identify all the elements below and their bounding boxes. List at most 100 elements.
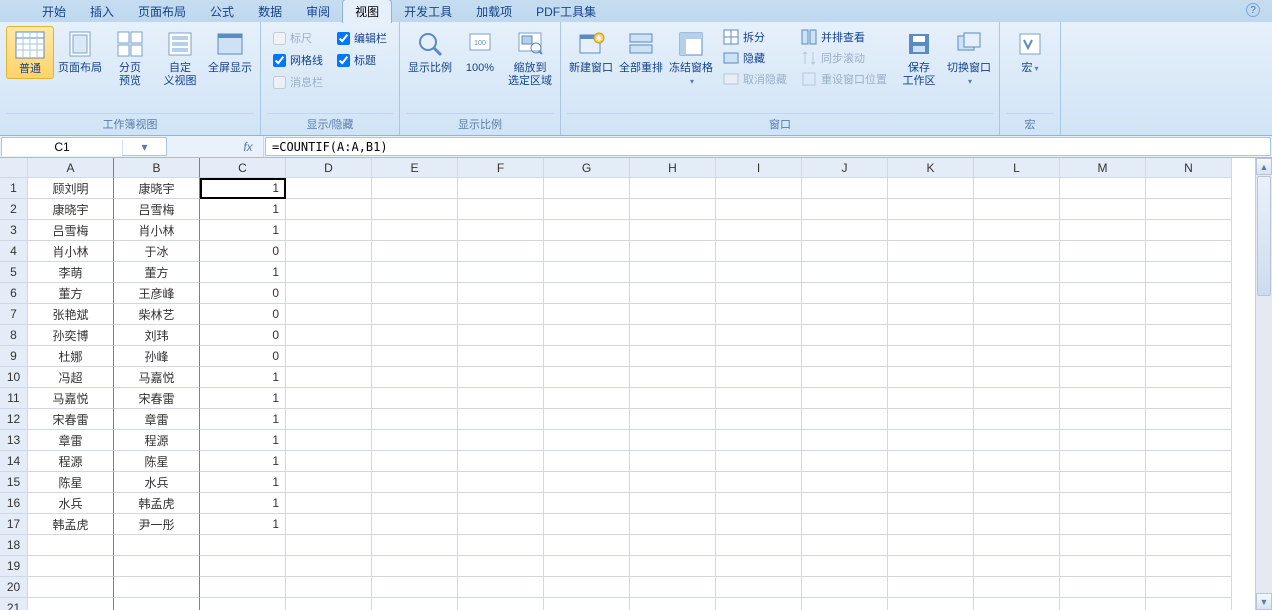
cell-C14[interactable]: 1 — [200, 451, 286, 472]
hide-button[interactable]: 隐藏 — [721, 49, 789, 67]
cell-D13[interactable] — [286, 430, 372, 451]
cell-F1[interactable] — [458, 178, 544, 199]
fx-button[interactable]: fx — [239, 139, 257, 155]
cell-L3[interactable] — [974, 220, 1060, 241]
row-header[interactable]: 4 — [0, 241, 28, 262]
cell-J11[interactable] — [802, 388, 888, 409]
cell-J13[interactable] — [802, 430, 888, 451]
col-header-D[interactable]: D — [286, 158, 372, 178]
cell-F6[interactable] — [458, 283, 544, 304]
cell-F13[interactable] — [458, 430, 544, 451]
cell-F7[interactable] — [458, 304, 544, 325]
cell-I15[interactable] — [716, 472, 802, 493]
cell-F19[interactable] — [458, 556, 544, 577]
split-button[interactable]: 拆分 — [721, 28, 789, 46]
cell-C11[interactable]: 1 — [200, 388, 286, 409]
cell-G7[interactable] — [544, 304, 630, 325]
select-all-corner[interactable] — [0, 158, 28, 178]
cell-I10[interactable] — [716, 367, 802, 388]
cell-C2[interactable]: 1 — [200, 199, 286, 220]
scroll-up-button[interactable]: ▲ — [1256, 158, 1272, 175]
cell-A7[interactable]: 张艳斌 — [28, 304, 114, 325]
new-window-button[interactable]: ✱ 新建窗口 — [567, 26, 615, 77]
cell-M9[interactable] — [1060, 346, 1146, 367]
cell-B17[interactable]: 尹一彤 — [114, 514, 200, 535]
cell-F14[interactable] — [458, 451, 544, 472]
cell-M3[interactable] — [1060, 220, 1146, 241]
cell-N18[interactable] — [1146, 535, 1232, 556]
cell-I6[interactable] — [716, 283, 802, 304]
cell-B10[interactable]: 马嘉悦 — [114, 367, 200, 388]
tab-开发工具[interactable]: 开发工具 — [392, 0, 464, 23]
cell-G21[interactable] — [544, 598, 630, 610]
cell-E1[interactable] — [372, 178, 458, 199]
cell-H8[interactable] — [630, 325, 716, 346]
row-header[interactable]: 15 — [0, 472, 28, 493]
cell-H10[interactable] — [630, 367, 716, 388]
cell-A14[interactable]: 程源 — [28, 451, 114, 472]
cell-I19[interactable] — [716, 556, 802, 577]
cell-H21[interactable] — [630, 598, 716, 610]
cell-C9[interactable]: 0 — [200, 346, 286, 367]
cell-D1[interactable] — [286, 178, 372, 199]
cell-H14[interactable] — [630, 451, 716, 472]
vertical-scrollbar[interactable]: ▲ ▼ — [1255, 158, 1272, 610]
cell-C21[interactable] — [200, 598, 286, 610]
cell-N6[interactable] — [1146, 283, 1232, 304]
cell-I20[interactable] — [716, 577, 802, 598]
zoom-selection-button[interactable]: 缩放到 选定区域 — [506, 26, 554, 90]
cell-L5[interactable] — [974, 262, 1060, 283]
cell-G9[interactable] — [544, 346, 630, 367]
cell-F17[interactable] — [458, 514, 544, 535]
cell-J2[interactable] — [802, 199, 888, 220]
cell-I3[interactable] — [716, 220, 802, 241]
cell-I11[interactable] — [716, 388, 802, 409]
cell-B1[interactable]: 康晓宇 — [114, 178, 200, 199]
cell-I14[interactable] — [716, 451, 802, 472]
cell-B11[interactable]: 宋春雷 — [114, 388, 200, 409]
cell-M13[interactable] — [1060, 430, 1146, 451]
cell-A3[interactable]: 吕雪梅 — [28, 220, 114, 241]
cell-H7[interactable] — [630, 304, 716, 325]
cell-B6[interactable]: 王彦峰 — [114, 283, 200, 304]
row-header[interactable]: 10 — [0, 367, 28, 388]
chk-gridlines[interactable]: 网格线 — [273, 52, 323, 68]
cell-I9[interactable] — [716, 346, 802, 367]
cell-A8[interactable]: 孙奕博 — [28, 325, 114, 346]
cell-L8[interactable] — [974, 325, 1060, 346]
cell-B14[interactable]: 陈星 — [114, 451, 200, 472]
cell-J16[interactable] — [802, 493, 888, 514]
cell-F9[interactable] — [458, 346, 544, 367]
cell-I8[interactable] — [716, 325, 802, 346]
cell-E19[interactable] — [372, 556, 458, 577]
tab-加载项[interactable]: 加载项 — [464, 0, 524, 23]
name-box-input[interactable] — [2, 138, 122, 156]
cell-H20[interactable] — [630, 577, 716, 598]
cell-J21[interactable] — [802, 598, 888, 610]
cell-J6[interactable] — [802, 283, 888, 304]
cell-N19[interactable] — [1146, 556, 1232, 577]
scroll-thumb[interactable] — [1257, 176, 1271, 296]
cell-G1[interactable] — [544, 178, 630, 199]
row-header[interactable]: 18 — [0, 535, 28, 556]
cell-L9[interactable] — [974, 346, 1060, 367]
formula-input[interactable] — [266, 138, 1270, 155]
cell-K11[interactable] — [888, 388, 974, 409]
zoom-button[interactable]: 显示比例 — [406, 26, 454, 77]
cell-B13[interactable]: 程源 — [114, 430, 200, 451]
cell-D17[interactable] — [286, 514, 372, 535]
cell-J14[interactable] — [802, 451, 888, 472]
name-box-dropdown[interactable]: ▾ — [122, 140, 166, 154]
cell-E13[interactable] — [372, 430, 458, 451]
cell-K7[interactable] — [888, 304, 974, 325]
cell-B4[interactable]: 于冰 — [114, 241, 200, 262]
cell-F11[interactable] — [458, 388, 544, 409]
cell-A4[interactable]: 肖小林 — [28, 241, 114, 262]
cell-N11[interactable] — [1146, 388, 1232, 409]
cell-A17[interactable]: 韩孟虎 — [28, 514, 114, 535]
cell-E17[interactable] — [372, 514, 458, 535]
row-header[interactable]: 20 — [0, 577, 28, 598]
cell-D21[interactable] — [286, 598, 372, 610]
cell-M18[interactable] — [1060, 535, 1146, 556]
cell-D5[interactable] — [286, 262, 372, 283]
